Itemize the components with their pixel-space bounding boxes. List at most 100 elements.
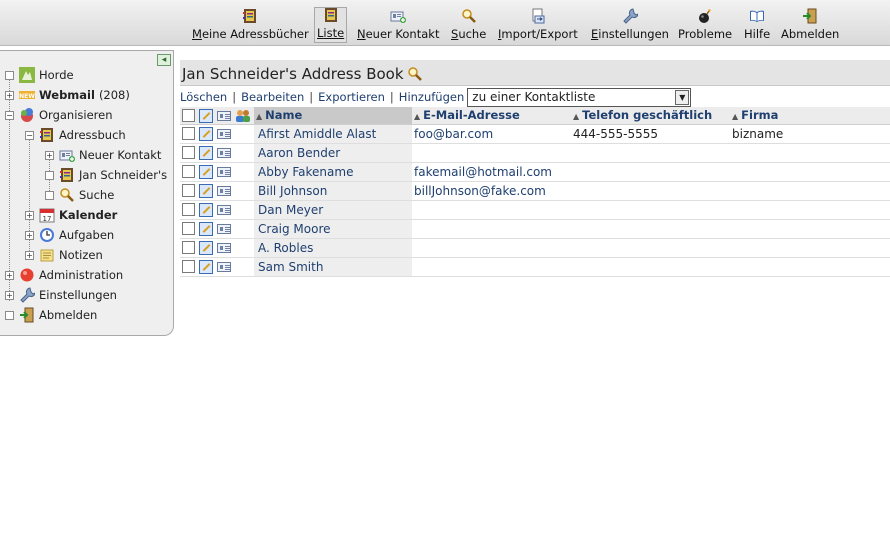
sidebar-item-einstellungen[interactable]: + Einstellungen: [5, 286, 117, 304]
row-checkbox[interactable]: [182, 146, 195, 160]
wrench-icon: [622, 8, 639, 24]
contact-email[interactable]: [412, 200, 571, 220]
sidebar-item-notizen[interactable]: + Notizen: [25, 246, 103, 264]
toolbar-button-7[interactable]: Hilfe: [742, 7, 772, 43]
contact-email[interactable]: [412, 219, 571, 239]
sidebar-item-aufgaben[interactable]: + Aufgaben: [25, 226, 114, 244]
sidebar-item-horde[interactable]: Horde: [5, 66, 74, 84]
collapse-sidebar-button[interactable]: ◂: [157, 54, 171, 66]
contact-email[interactable]: fakemail@hotmail.com: [412, 162, 571, 182]
edit-icon[interactable]: [198, 145, 213, 160]
expand-icon[interactable]: +: [5, 90, 14, 100]
edit-icon[interactable]: [198, 202, 213, 217]
sidebar-item-jan-schneider-s[interactable]: Jan Schneider's: [45, 166, 167, 184]
tasks-icon: [39, 227, 55, 243]
contact-email[interactable]: foo@bar.com: [412, 124, 571, 144]
table-row[interactable]: Sam Smith: [180, 257, 890, 277]
vcard-icon[interactable]: [216, 166, 231, 177]
contact-name[interactable]: A. Robles: [254, 238, 412, 258]
toolbar-button-1[interactable]: Liste: [314, 7, 348, 43]
sidebar-item-organisieren[interactable]: − Organisieren: [5, 106, 113, 124]
contact-name[interactable]: Dan Meyer: [254, 200, 412, 220]
vcard-icon[interactable]: [216, 147, 231, 158]
toolbar-button-4[interactable]: Import/Export: [496, 7, 580, 43]
export-link[interactable]: Exportieren: [318, 90, 385, 104]
sidebar-item-label: Notizen: [59, 248, 103, 262]
search-icon[interactable]: [407, 66, 423, 82]
edit-icon[interactable]: [198, 240, 213, 255]
column-header-name[interactable]: ▲ Name: [254, 107, 412, 125]
contact-email[interactable]: [412, 257, 571, 277]
contact-email[interactable]: [412, 238, 571, 258]
row-checkbox[interactable]: [182, 184, 195, 198]
toolbar-button-8[interactable]: Abmelden: [779, 7, 841, 43]
sidebar-item-webmail[interactable]: + NEW Webmail (208): [5, 86, 130, 104]
expand-icon[interactable]: +: [5, 290, 14, 300]
expand-icon[interactable]: +: [5, 270, 14, 280]
table-row[interactable]: Aaron Bender: [180, 143, 890, 163]
row-checkbox[interactable]: [182, 127, 195, 141]
toolbar-button-3[interactable]: Suche: [449, 7, 488, 43]
toolbar-button-6[interactable]: Probleme: [676, 7, 734, 43]
sidebar-item-suche[interactable]: Suche: [45, 186, 114, 204]
toolbar-button-label: Suche: [451, 27, 486, 41]
contact-name[interactable]: Bill Johnson: [254, 181, 412, 201]
collapse-icon[interactable]: −: [5, 110, 14, 120]
contact-name[interactable]: Aaron Bender: [254, 143, 412, 163]
contact-company: [730, 143, 890, 163]
row-checkbox[interactable]: [182, 203, 195, 217]
toolbar-button-2[interactable]: Neuer Kontakt: [355, 7, 441, 43]
row-checkbox[interactable]: [182, 260, 195, 274]
vcard-icon[interactable]: [216, 261, 231, 272]
contact-email[interactable]: billJohnson@fake.com: [412, 181, 571, 201]
table-row[interactable]: Bill Johnson billJohnson@fake.com: [180, 181, 890, 201]
table-row[interactable]: Dan Meyer: [180, 200, 890, 220]
row-checkbox[interactable]: [182, 241, 195, 255]
toolbar-button-5[interactable]: Einstellungen: [589, 7, 671, 43]
delete-link[interactable]: Löschen: [180, 90, 227, 104]
contactlist-select[interactable]: zu einer Kontaktliste ▼: [467, 87, 692, 107]
edit-icon[interactable]: [198, 259, 213, 274]
edit-icon[interactable]: [198, 126, 213, 141]
sidebar-item-abmelden[interactable]: Abmelden: [5, 306, 97, 324]
contact-group-icon: [235, 109, 251, 123]
expand-icon[interactable]: +: [25, 210, 34, 220]
column-header-phone[interactable]: ▲ Telefon geschäftlich: [571, 107, 730, 125]
vcard-icon[interactable]: [216, 204, 231, 215]
expand-icon[interactable]: +: [25, 250, 34, 260]
contact-name[interactable]: Craig Moore: [254, 219, 412, 239]
sidebar-item-kalender[interactable]: +17 Kalender: [25, 206, 117, 224]
edit-icon[interactable]: [198, 221, 213, 236]
sidebar-item-adressbuch[interactable]: − Adressbuch: [25, 126, 126, 144]
chevron-down-icon[interactable]: ▼: [675, 89, 690, 105]
vcard-icon[interactable]: [216, 242, 231, 253]
contact-name[interactable]: Abby Fakename: [254, 162, 412, 182]
edit-icon[interactable]: [198, 183, 213, 198]
table-row[interactable]: A. Robles: [180, 238, 890, 258]
sidebar-item-neuer-kontakt[interactable]: + Neuer Kontakt: [45, 146, 161, 164]
expand-icon[interactable]: +: [45, 150, 54, 160]
vcard-icon: [217, 110, 232, 121]
vcard-icon[interactable]: [216, 185, 231, 196]
column-header-email[interactable]: ▲ E-Mail-Adresse: [412, 107, 571, 125]
add-link[interactable]: Hinzufügen: [399, 90, 464, 104]
select-all-checkbox[interactable]: [182, 109, 195, 122]
vcard-icon[interactable]: [216, 223, 231, 234]
contact-name[interactable]: Afirst Amiddle Alast: [254, 124, 412, 144]
toolbar-button-0[interactable]: Meine Adressbücher: [190, 7, 311, 43]
row-checkbox[interactable]: [182, 222, 195, 236]
table-row[interactable]: Craig Moore: [180, 219, 890, 239]
contact-phone: [571, 162, 730, 182]
edit-icon[interactable]: [198, 164, 213, 179]
expand-icon[interactable]: +: [25, 230, 34, 240]
table-row[interactable]: Afirst Amiddle Alast foo@bar.com 444-555-5…: [180, 124, 890, 144]
vcard-icon[interactable]: [216, 128, 231, 139]
contact-name[interactable]: Sam Smith: [254, 257, 412, 277]
contact-email[interactable]: [412, 143, 571, 163]
sidebar-item-administration[interactable]: + Administration: [5, 266, 123, 284]
edit-link[interactable]: Bearbeiten: [241, 90, 304, 104]
collapse-icon[interactable]: −: [25, 130, 34, 140]
row-checkbox[interactable]: [182, 165, 195, 179]
table-row[interactable]: Abby Fakename fakemail@hotmail.com: [180, 162, 890, 182]
column-header-company[interactable]: ▲ Firma: [730, 107, 890, 125]
